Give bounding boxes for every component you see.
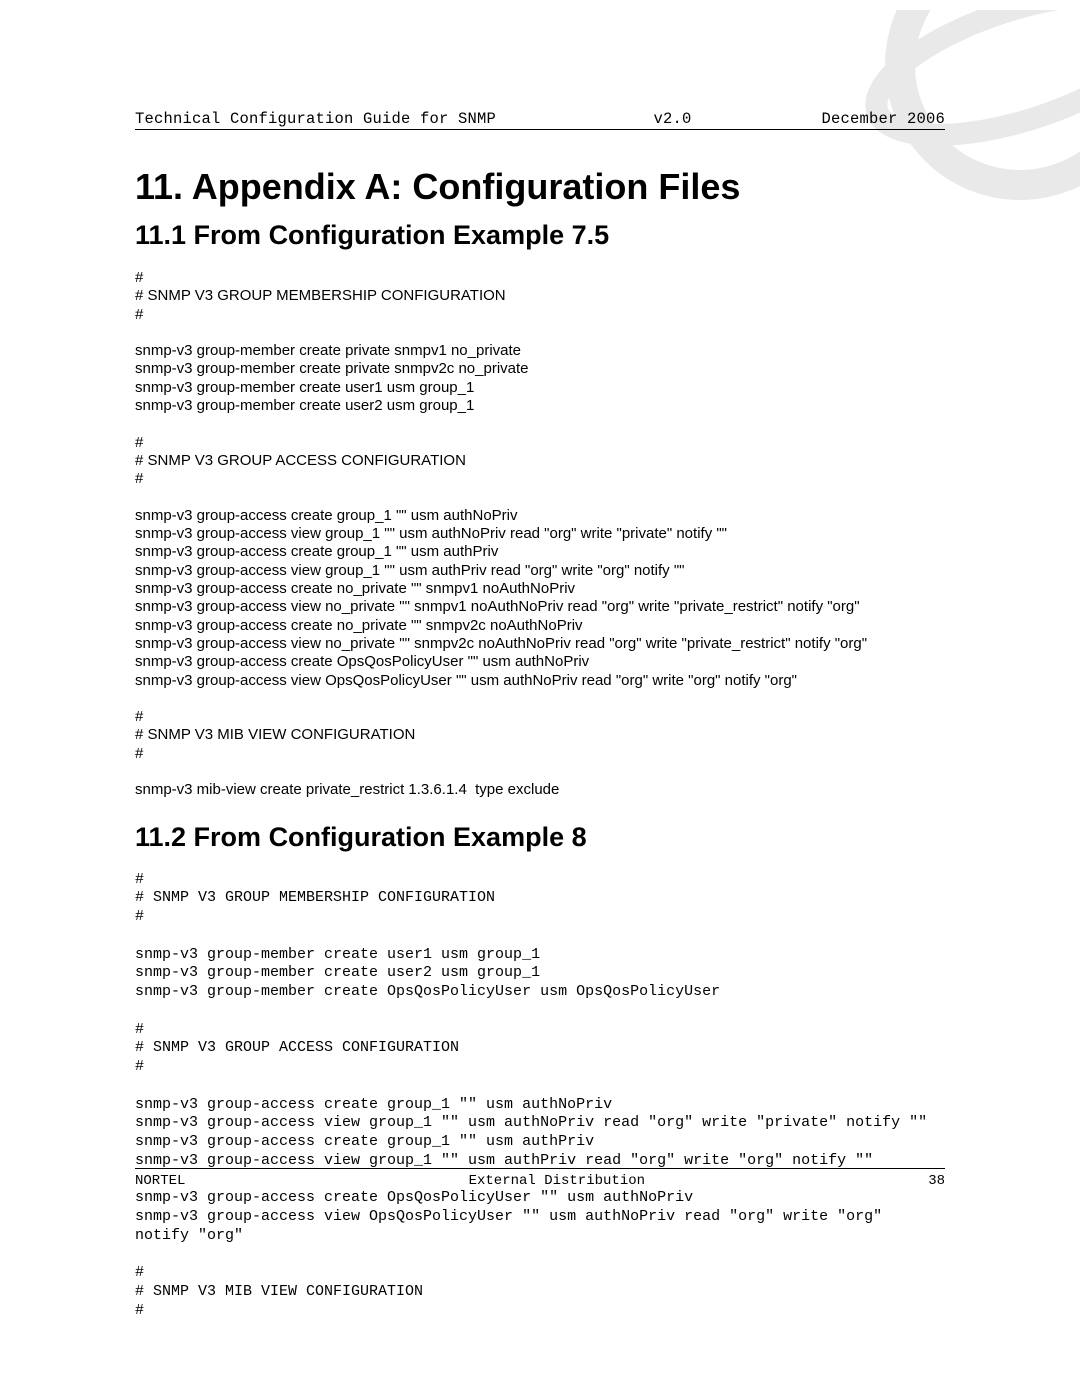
page-footer: NORTEL External Distribution 38: [135, 1168, 945, 1189]
heading-11-2: 11.2 From Configuration Example 8: [135, 822, 945, 853]
heading-appendix-a: 11. Appendix A: Configuration Files: [135, 166, 945, 208]
header-date: December 2006: [821, 110, 945, 128]
config-example-7-5: # # SNMP V3 GROUP MEMBERSHIP CONFIGURATI…: [135, 269, 945, 800]
footer-distribution: External Distribution: [469, 1173, 645, 1189]
config-example-8: # # SNMP V3 GROUP MEMBERSHIP CONFIGURATI…: [135, 871, 945, 1321]
heading-11-1: 11.1 From Configuration Example 7.5: [135, 220, 945, 251]
header-title: Technical Configuration Guide for SNMP: [135, 110, 496, 128]
footer-brand: NORTEL: [135, 1173, 185, 1189]
page-content: Technical Configuration Guide for SNMP v…: [135, 110, 945, 1343]
header-version: v2.0: [653, 110, 691, 128]
footer-page-number: 38: [928, 1173, 945, 1189]
page-header: Technical Configuration Guide for SNMP v…: [135, 110, 945, 130]
